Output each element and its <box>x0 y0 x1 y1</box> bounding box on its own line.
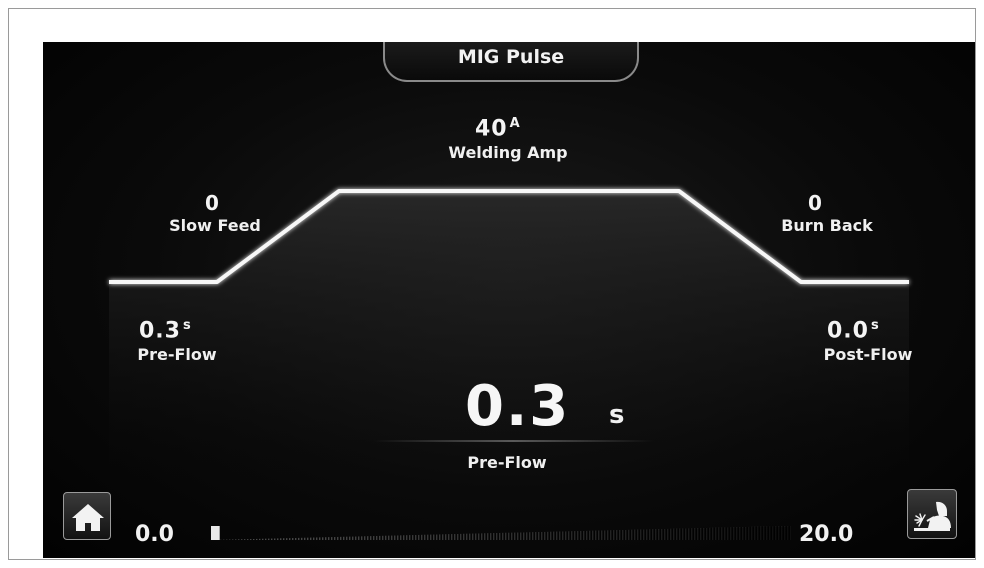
home-icon <box>72 504 104 531</box>
pre-flow-number: 0.3 <box>139 318 181 344</box>
welder-icon <box>914 501 951 531</box>
selected-value: 0.3 <box>465 374 571 439</box>
welding-amp-value[interactable]: 40 A <box>475 116 521 141</box>
welder-button[interactable] <box>907 489 957 539</box>
welder-screen: MIG Pulse 40 A Welding Amp 0 Slow Feed 0 … <box>43 42 975 558</box>
post-flow-number: 0.0 <box>827 318 869 344</box>
range-max-label: 20.0 <box>799 522 854 547</box>
mode-title: MIG Pulse <box>457 46 565 68</box>
welding-amp-number: 40 <box>475 116 508 142</box>
selected-unit: s <box>609 400 625 430</box>
slow-feed-label: Slow Feed <box>169 216 261 235</box>
selected-underline <box>373 440 653 442</box>
post-flow-unit: s <box>870 318 880 333</box>
post-flow-value[interactable]: 0.0 s <box>827 318 880 343</box>
mode-tab[interactable]: MIG Pulse <box>383 42 639 82</box>
welding-amp-label: Welding Amp <box>448 143 568 162</box>
device-frame: MIG Pulse 40 A Welding Amp 0 Slow Feed 0 … <box>8 8 976 560</box>
pre-flow-unit: s <box>182 318 192 333</box>
pre-flow-label: Pre-Flow <box>137 345 217 364</box>
burn-back-value[interactable]: 0 <box>808 191 823 215</box>
pre-flow-value[interactable]: 0.3 s <box>139 318 192 343</box>
burn-back-label: Burn Back <box>781 216 873 235</box>
value-slider[interactable] <box>211 526 791 540</box>
home-button[interactable] <box>63 492 111 540</box>
post-flow-label: Post-Flow <box>823 345 913 364</box>
slow-feed-value[interactable]: 0 <box>205 191 220 215</box>
selected-label: Pre-Flow <box>467 453 547 472</box>
welding-amp-unit: A <box>509 116 521 131</box>
slider-fill <box>211 526 220 540</box>
range-min-label: 0.0 <box>135 522 174 547</box>
